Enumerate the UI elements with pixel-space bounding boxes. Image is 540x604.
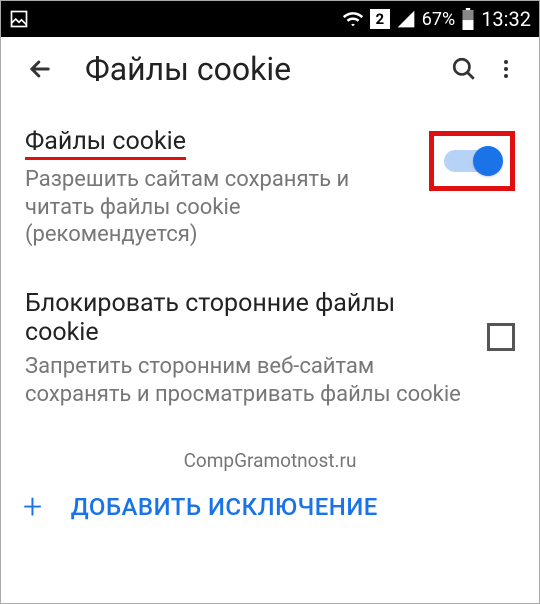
toolbar: Файлы cookie [1, 37, 539, 101]
watermark: CompGramotnost.ru [25, 449, 515, 472]
block-third-party-checkbox[interactable] [487, 323, 515, 351]
status-bar: 2 67% 13:32 [1, 1, 539, 37]
sim-badge: 2 [370, 9, 390, 29]
setting-allow-cookies[interactable]: Файлы cookie Разрешить сайтам сохранять … [25, 127, 515, 249]
plus-icon: + [23, 490, 43, 524]
signal-icon [396, 9, 416, 29]
content: Файлы cookie Разрешить сайтам сохранять … [1, 101, 539, 472]
add-exception-label: ДОБАВИТЬ ИСКЛЮЧЕНИЕ [71, 493, 378, 521]
page-title: Файлы cookie [85, 50, 443, 88]
toggle-highlight [429, 131, 515, 191]
setting-desc: Разрешить сайтам сохранять и читать файл… [25, 166, 415, 249]
back-button[interactable] [19, 48, 61, 90]
setting-desc: Запретить сторонним веб-сайтам сохранять… [25, 353, 473, 408]
toggle-knob [473, 146, 503, 176]
battery-percent: 67% [422, 9, 455, 30]
cookies-toggle[interactable] [444, 150, 500, 172]
setting-title: Файлы cookie [25, 127, 186, 160]
add-exception-button[interactable]: + ДОБАВИТЬ ИСКЛЮЧЕНИЕ [1, 472, 539, 536]
more-button[interactable] [485, 48, 527, 90]
wifi-icon [342, 8, 364, 30]
setting-block-third-party[interactable]: Блокировать сторонние файлы cookie Запре… [25, 289, 515, 408]
search-button[interactable] [443, 48, 485, 90]
setting-title: Блокировать сторонние файлы cookie [25, 289, 473, 347]
picture-icon [9, 9, 29, 29]
battery-icon [461, 8, 475, 30]
clock: 13:32 [481, 7, 531, 31]
